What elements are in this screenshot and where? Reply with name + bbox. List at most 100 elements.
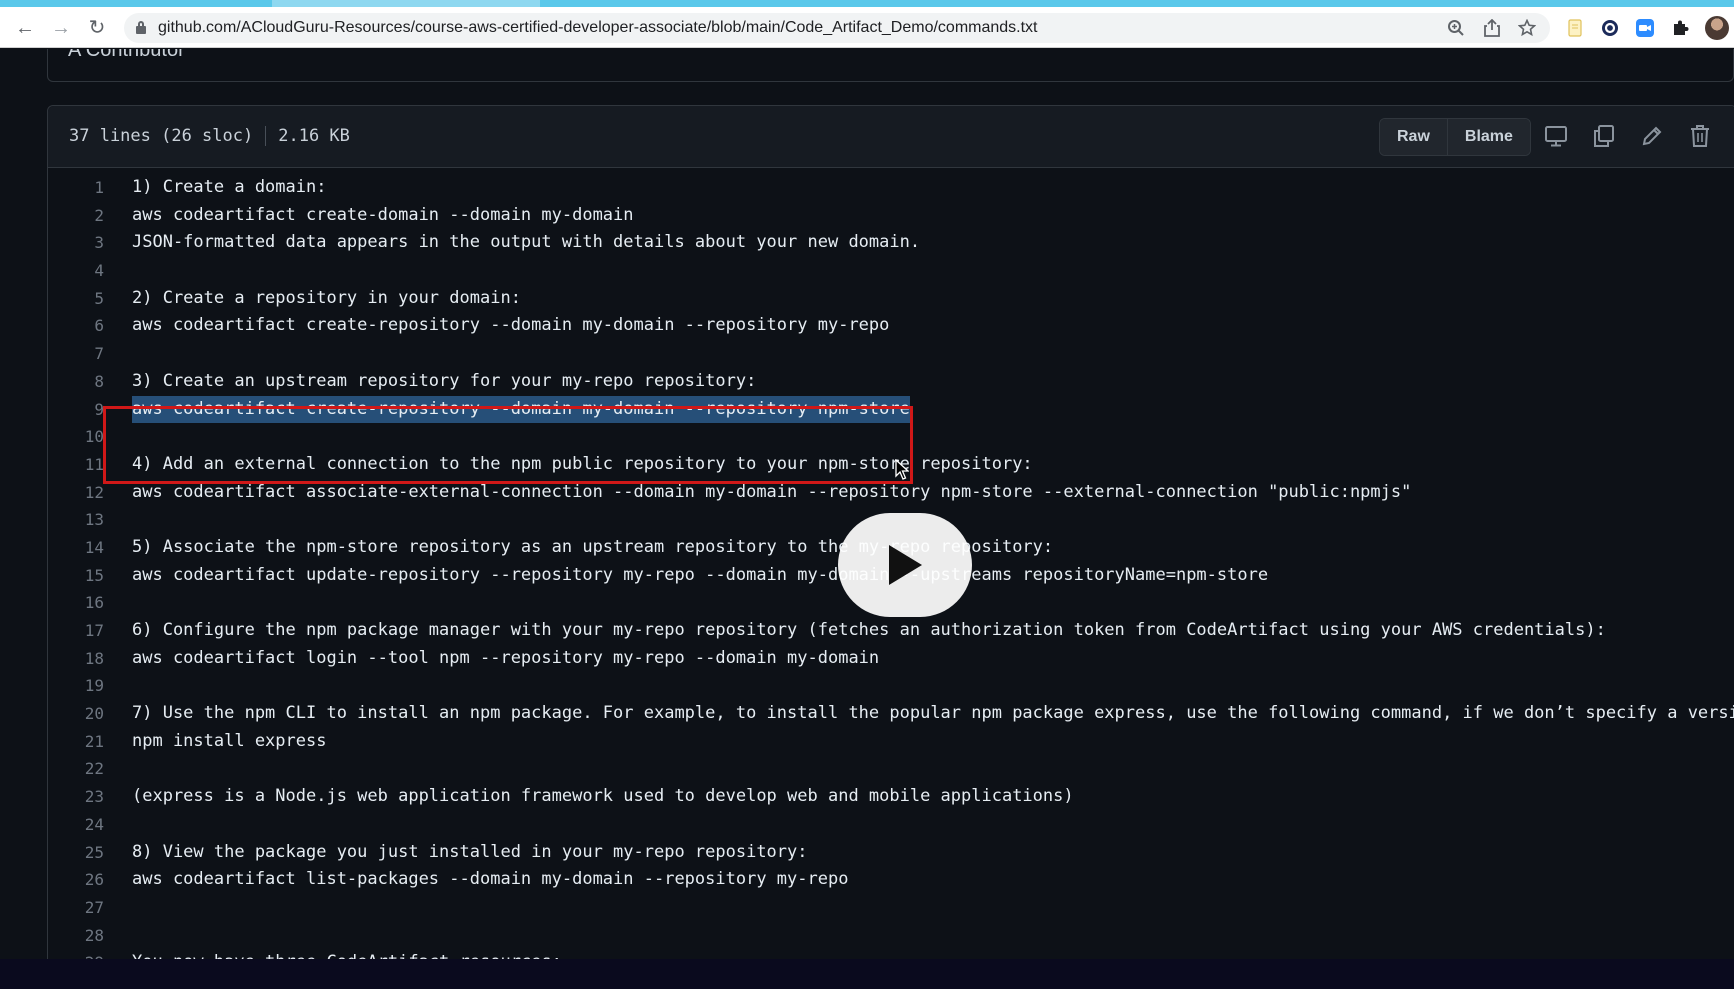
line-number[interactable]: 12	[48, 479, 104, 507]
zoom-icon[interactable]	[1445, 17, 1467, 39]
code-line[interactable]: 19	[48, 672, 1734, 700]
line-text: 8) View the package you just installed i…	[132, 841, 808, 862]
browser-toolbar: ← → ↻ github.com/ACloudGuru-Resources/co…	[0, 7, 1734, 48]
line-number[interactable]: 13	[48, 506, 104, 534]
line-number[interactable]: 23	[48, 783, 104, 811]
code-line[interactable]: 10	[48, 423, 1734, 451]
copy-icon[interactable]	[1590, 122, 1618, 150]
line-text: aws codeartifact create-domain --domain …	[132, 204, 634, 225]
line-number[interactable]: 19	[48, 672, 104, 700]
line-text: aws codeartifact associate-external-conn…	[132, 481, 1412, 502]
code-line[interactable]: 17 6) Configure the npm package manager w…	[48, 617, 1734, 645]
line-number[interactable]: 22	[48, 755, 104, 783]
line-text: 1) Create a domain:	[132, 177, 327, 197]
code-line[interactable]: 3 JSON-formatted data appears in the outp…	[48, 229, 1734, 257]
code-line[interactable]: 27	[48, 894, 1734, 922]
line-number[interactable]: 14	[48, 534, 104, 562]
line-number[interactable]: 3	[48, 229, 104, 257]
line-number[interactable]: 29	[48, 949, 104, 959]
line-number[interactable]: 21	[48, 728, 104, 756]
contributors-box: A Contributor	[47, 49, 1734, 82]
code-line[interactable]: 18 aws codeartifact login --tool npm --re…	[48, 645, 1734, 673]
address-bar[interactable]: github.com/ACloudGuru-Resources/course-a…	[124, 13, 1550, 43]
file-actions-group: Raw Blame	[1379, 118, 1531, 156]
blame-button[interactable]: Blame	[1446, 119, 1530, 155]
line-number[interactable]: 11	[48, 451, 104, 479]
line-number[interactable]: 16	[48, 589, 104, 617]
code-line[interactable]: 24	[48, 811, 1734, 839]
line-number[interactable]: 18	[48, 645, 104, 673]
code-line[interactable]: 7	[48, 340, 1734, 368]
file-size: 2.16 KB	[278, 126, 350, 146]
file-lines-info: 37 lines (26 sloc)	[69, 126, 254, 146]
divider	[265, 126, 267, 146]
code-line[interactable]: 5 2) Create a repository in your domain:	[48, 285, 1734, 313]
line-text: You now have three CodeArtifact resource…	[132, 949, 562, 959]
tab-strip	[0, 0, 1734, 7]
code-line[interactable]: 28	[48, 922, 1734, 950]
line-text: aws codeartifact login --tool npm --repo…	[132, 647, 880, 668]
code-line[interactable]: 9 aws codeartifact create-repository --do…	[48, 395, 1734, 424]
code-line[interactable]: 25 8) View the package you just installed…	[48, 839, 1734, 867]
line-text: npm install express	[132, 730, 327, 751]
code-line[interactable]: 6 aws codeartifact create-repository --do…	[48, 312, 1734, 340]
code-line[interactable]: 20 7) Use the npm CLI to install an npm p…	[48, 700, 1734, 728]
notes-extension-icon[interactable]	[1564, 17, 1586, 39]
back-icon[interactable]: ←	[12, 15, 38, 41]
line-number[interactable]: 27	[48, 894, 104, 922]
line-number[interactable]: 8	[48, 368, 104, 396]
line-number[interactable]: 10	[48, 423, 104, 451]
star-icon[interactable]	[1516, 17, 1538, 39]
line-number[interactable]: 20	[48, 700, 104, 728]
line-number[interactable]: 5	[48, 285, 104, 313]
lock-icon[interactable]	[136, 21, 146, 34]
trash-icon[interactable]	[1686, 122, 1714, 150]
video-bottom-bar	[0, 959, 1734, 989]
line-number[interactable]: 28	[48, 922, 104, 950]
line-number[interactable]: 25	[48, 839, 104, 867]
circle-extension-icon[interactable]	[1599, 17, 1621, 39]
line-text: 3) Create an upstream repository for you…	[132, 370, 757, 391]
code-line[interactable]: 21 npm install express	[48, 728, 1734, 756]
code-line[interactable]: 26 aws codeartifact list-packages --domai…	[48, 866, 1734, 894]
code-line[interactable]: 2 aws codeartifact create-domain --domain…	[48, 202, 1734, 230]
pencil-icon[interactable]	[1638, 122, 1666, 150]
line-text: (express is a Node.js web application fr…	[132, 786, 1074, 807]
line-number[interactable]: 17	[48, 617, 104, 645]
line-number[interactable]: 24	[48, 811, 104, 839]
line-text: 7) Use the npm CLI to install an npm pac…	[132, 703, 1734, 724]
code-line[interactable]: 23 (express is a Node.js web application …	[48, 783, 1734, 811]
active-tab[interactable]	[0, 0, 272, 7]
profile-avatar[interactable]	[1705, 16, 1729, 40]
zoom-meeting-extension-icon[interactable]	[1634, 17, 1656, 39]
desktop-icon[interactable]	[1542, 122, 1570, 150]
code-line[interactable]: 22	[48, 755, 1734, 783]
line-number[interactable]: 7	[48, 340, 104, 368]
reload-icon[interactable]: ↻	[84, 15, 110, 41]
line-number[interactable]: 2	[48, 202, 104, 230]
mouse-cursor-icon	[895, 458, 910, 486]
raw-button[interactable]: Raw	[1380, 119, 1447, 155]
line-number[interactable]: 1	[48, 174, 104, 202]
url-text[interactable]: github.com/ACloudGuru-Resources/course-a…	[158, 19, 1038, 37]
puzzle-icon[interactable]	[1669, 17, 1691, 39]
play-icon[interactable]	[838, 513, 972, 617]
code-line[interactable]: 12 aws codeartifact associate-external-co…	[48, 479, 1734, 507]
line-text: aws codeartifact list-packages --domain …	[132, 869, 849, 890]
line-number[interactable]: 26	[48, 866, 104, 894]
line-number[interactable]: 4	[48, 257, 104, 285]
line-number[interactable]: 9	[48, 396, 104, 424]
github-file-page: A Contributor 37 lines (26 sloc) 2.16 KB …	[0, 49, 1734, 959]
share-icon[interactable]	[1481, 17, 1503, 39]
contributors-text: A Contributor	[68, 49, 185, 61]
line-text: aws codeartifact update-repository --rep…	[132, 564, 1269, 585]
code-line[interactable]: 1 1) Create a domain:	[48, 174, 1734, 202]
code-line[interactable]: 8 3) Create an upstream repository for yo…	[48, 368, 1734, 396]
line-number[interactable]: 15	[48, 562, 104, 590]
code-line[interactable]: 4	[48, 257, 1734, 285]
forward-icon[interactable]: →	[48, 15, 74, 41]
line-text: aws codeartifact create-repository --dom…	[132, 395, 910, 424]
line-number[interactable]: 6	[48, 312, 104, 340]
code-line[interactable]: 11 4) Add an external connection to the n…	[48, 451, 1734, 479]
code-line[interactable]: 29 You now have three CodeArtifact resour…	[48, 949, 1734, 959]
